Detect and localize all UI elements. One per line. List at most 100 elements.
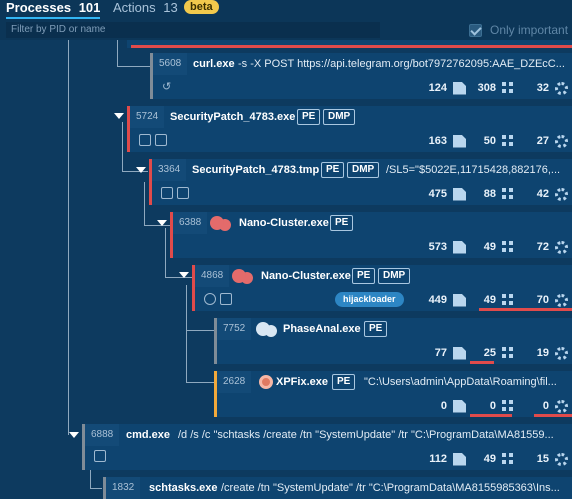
tree-line [68, 40, 69, 435]
file-stat: 475 [413, 183, 466, 205]
filter-placeholder: Filter by PID or name [11, 24, 106, 35]
pe-tag[interactable]: PE [297, 109, 321, 125]
file-stat: 77 [413, 342, 466, 364]
active-tab-indicator [6, 17, 101, 19]
malware-icon [232, 269, 246, 283]
network-icon [502, 81, 515, 95]
file-count: 449 [428, 294, 447, 306]
dmp-tag[interactable]: DMP [323, 109, 356, 125]
tree-line [186, 285, 187, 382]
activity-bar [470, 414, 512, 417]
script-icon [94, 450, 106, 462]
activity-bar [534, 414, 572, 417]
process-name: cmd.exe [126, 429, 171, 441]
process-args: /SL5="$5022E,11715428,882176,... [386, 164, 561, 176]
dmp-tag[interactable]: DMP [347, 162, 380, 178]
chevron-down-icon[interactable] [136, 167, 146, 173]
filter-input[interactable]: Filter by PID or name [6, 22, 380, 38]
network-icon [502, 399, 515, 413]
process-row[interactable]: 6888 cmd.exe /d /s /c "schtasks /create … [82, 424, 572, 470]
pe-tag[interactable]: PE [332, 374, 356, 390]
network-stat: 88 [466, 183, 515, 205]
registry-icon [555, 134, 568, 148]
process-pid: 6388 [173, 212, 208, 234]
file-icon [453, 81, 466, 95]
tab-actions-label: Actions [113, 0, 156, 15]
process-row[interactable]: 3364 SecurityPatch_4783.tmp PE DMP /SL5=… [149, 159, 572, 205]
file-stat: 112 [413, 448, 466, 470]
chevron-down-icon[interactable] [114, 113, 124, 119]
process-icon [256, 322, 270, 336]
process-row[interactable]: 5608 curl.exe -s -X POST https://api.tel… [150, 53, 572, 99]
process-pid: 6888 [85, 424, 120, 446]
registry-stat: 42 [515, 183, 572, 205]
process-row[interactable]: 7752 PhaseAnal.exe PE 77 25 19 [214, 318, 572, 364]
process-row[interactable]: 4868 Nano-Cluster.exe PE DMP hijackloade… [192, 265, 572, 311]
process-row[interactable]: 6388 Nano-Cluster.exe PE 573 49 72 [170, 212, 572, 258]
registry-icon [555, 240, 568, 254]
process-pid: 4868 [195, 265, 230, 287]
process-name: Nano-Cluster.exe [239, 217, 329, 229]
dmp-tag[interactable]: DMP [378, 268, 411, 284]
expand-arrow-icon[interactable]: ↺ [162, 80, 171, 93]
pe-tag[interactable]: PE [321, 162, 345, 178]
tab-processes[interactable]: Processes 101 [6, 0, 101, 19]
process-name: schtasks.exe [149, 482, 218, 494]
file-icon [453, 452, 466, 466]
tree-line [165, 228, 166, 278]
pe-tag[interactable]: PE [364, 321, 388, 337]
process-pid: 3364 [152, 159, 187, 181]
tab-bar: Processes 101 Actions 13 beta [0, 0, 572, 20]
process-row[interactable]: 2628 XPFix.exe PE "C:\Users\admin\AppDat… [214, 371, 572, 417]
file-stat: 573 [413, 236, 466, 258]
network-icon [502, 452, 515, 466]
chevron-down-icon[interactable] [179, 272, 189, 278]
process-type-icon [139, 134, 151, 146]
pe-tag[interactable]: PE [330, 215, 354, 231]
file-stat: 449 [413, 289, 466, 311]
registry-stat: 19 [515, 342, 572, 364]
network-count: 49 [483, 453, 496, 465]
process-type-icon [161, 187, 173, 199]
chevron-down-icon[interactable] [157, 220, 167, 226]
registry-count: 32 [536, 82, 549, 94]
network-icon [502, 240, 515, 254]
process-name: SecurityPatch_4783.tmp [192, 164, 320, 176]
pe-tag[interactable]: PE [352, 268, 376, 284]
registry-stat: 27 [515, 130, 572, 152]
registry-count: 15 [536, 453, 549, 465]
tab-actions[interactable]: Actions 13 [113, 0, 178, 16]
tree-line [186, 382, 214, 383]
process-args: /create /tn "SystemUpdate" /tr "C:\Progr… [221, 482, 560, 494]
registry-stat: 15 [515, 448, 572, 470]
file-count: 112 [429, 453, 447, 465]
process-name: curl.exe [193, 58, 235, 70]
process-row-partial[interactable] [127, 40, 572, 48]
process-stats: 573 49 72 [413, 236, 572, 258]
process-name: SecurityPatch_4783.exe [170, 111, 296, 123]
tab-processes-label: Processes [6, 0, 72, 15]
file-icon [453, 187, 466, 201]
tree-line [144, 182, 145, 226]
registry-count: 27 [536, 135, 549, 147]
process-name: PhaseAnal.exe [283, 323, 361, 335]
process-pid: 7752 [217, 318, 252, 340]
network-stat: 308 [466, 77, 515, 99]
file-count: 573 [428, 241, 447, 253]
process-row[interactable]: 1832 schtasks.exe /create /tn "SystemUpd… [103, 477, 572, 499]
registry-count: 72 [536, 241, 549, 253]
only-important-toggle[interactable]: Only important [469, 21, 568, 39]
network-stat: 49 [466, 448, 515, 470]
file-stat: 124 [413, 77, 466, 99]
document-icon [155, 134, 167, 146]
process-args: "C:\Users\admin\AppData\Roaming\fil... [364, 376, 557, 388]
registry-icon [555, 293, 568, 307]
beta-badge: beta [184, 0, 219, 14]
chevron-down-icon[interactable] [69, 432, 79, 438]
process-row[interactable]: 5724 SecurityPatch_4783.exe PE DMP 163 5… [127, 106, 572, 152]
biohazard-icon [204, 293, 216, 305]
file-count: 475 [428, 188, 447, 200]
hijackloader-badge[interactable]: hijackloader [335, 292, 404, 307]
only-important-checkbox[interactable] [469, 23, 482, 37]
document-icon [220, 293, 232, 305]
